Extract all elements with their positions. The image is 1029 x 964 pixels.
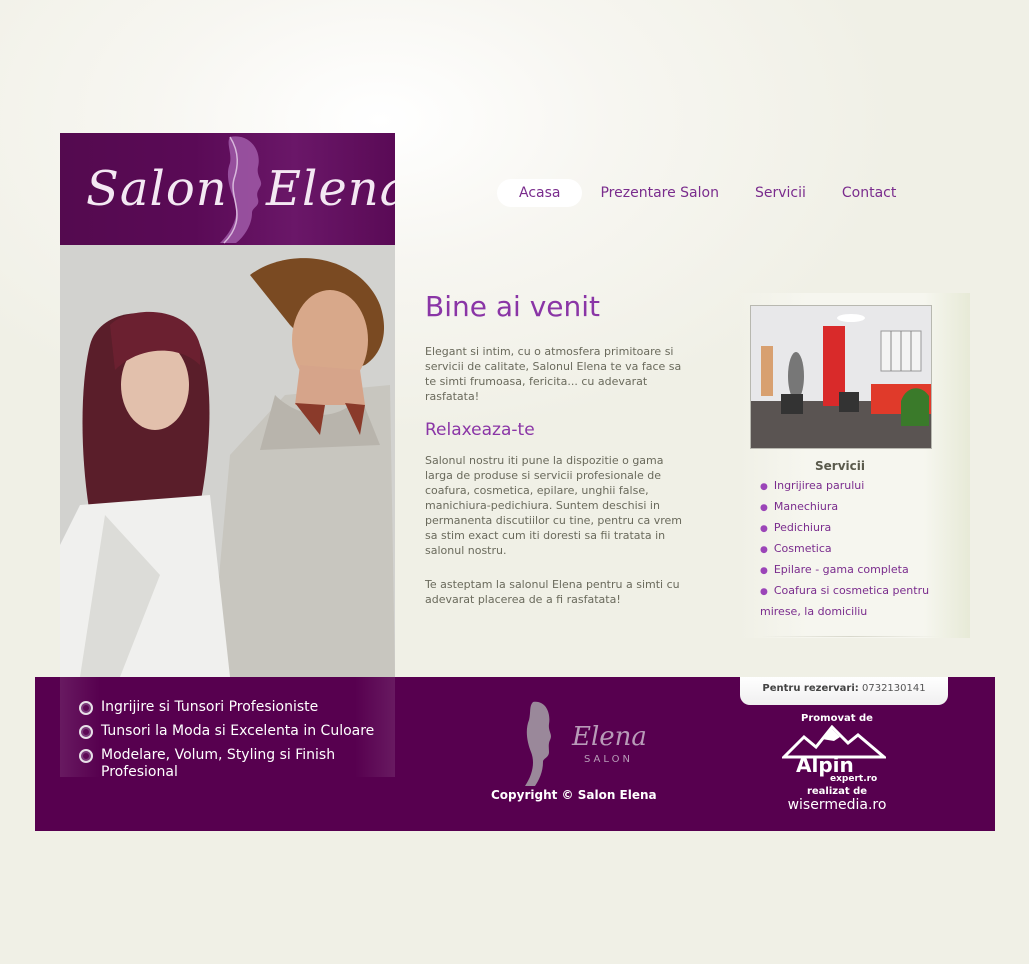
services-list-item[interactable]: ● Ingrijirea parului	[760, 476, 935, 497]
services-list-item[interactable]: ● Epilare - gama completa	[760, 560, 935, 581]
alpin-expert-logo[interactable]: Alpin expert.ro	[780, 724, 889, 789]
copyright-text: Copyright © Salon Elena	[491, 788, 657, 802]
footer-profile-icon	[515, 700, 555, 790]
booking-phone[interactable]: 0732130141	[862, 683, 926, 694]
booking-box: Pentru rezervari: 0732130141	[740, 677, 948, 705]
site-logo[interactable]: Salon Elena	[60, 133, 395, 245]
salon-interior-photo	[750, 305, 932, 449]
relax-paragraph: Salonul nostru iti pune la dispozitie o …	[425, 454, 683, 557]
booking-label: Pentru rezervari:	[762, 683, 859, 694]
bullet-icon: ●	[760, 482, 768, 492]
circle-bullet-icon	[79, 749, 93, 763]
made-by-link[interactable]: wisermedia.ro	[780, 797, 894, 813]
footer-logo-sub: SALON	[584, 754, 633, 765]
nav-contact[interactable]: Contact	[824, 179, 914, 207]
feature-item: Tunsori la Moda si Excelenta in Culoare	[79, 723, 399, 740]
welcome-paragraph: Elegant si intim, cu o atmosfera primito…	[425, 345, 682, 403]
alpin-sub: expert.ro	[830, 774, 877, 784]
bullet-icon: ●	[760, 503, 768, 513]
main-navigation: Acasa Prezentare Salon Servicii Contact	[497, 178, 914, 208]
page-title: Bine ai venit	[425, 290, 600, 323]
circle-bullet-icon	[79, 701, 93, 715]
salon-interior-illustration	[751, 306, 931, 448]
made-by-label: realizat de	[806, 786, 868, 797]
nav-servicii[interactable]: Servicii	[737, 179, 824, 207]
services-list-item[interactable]: ● Pedichiura	[760, 518, 935, 539]
bullet-icon: ●	[760, 524, 768, 534]
services-list-item[interactable]: ● Manechiura	[760, 497, 935, 518]
feature-item: Ingrijire si Tunsori Profesioniste	[79, 699, 399, 716]
nav-prezentare-salon[interactable]: Prezentare Salon	[582, 179, 736, 207]
nav-acasa[interactable]: Acasa	[497, 179, 583, 207]
bullet-icon: ●	[760, 587, 768, 597]
services-list: ● Ingrijirea parului ● Manechiura ● Pedichi…	[760, 476, 935, 622]
feature-item: Modelare, Volum, Styling si Finish Profe…	[79, 747, 399, 781]
services-list-item[interactable]: ● Cosmetica	[760, 539, 935, 560]
footer-logo-word: Elena	[572, 722, 647, 752]
services-title: Servicii	[815, 459, 865, 473]
closing-paragraph: Te asteptam la salonul Elena pentru a si…	[425, 578, 680, 606]
woman-profile-icon	[220, 136, 262, 244]
bullet-icon: ●	[760, 545, 768, 555]
hero-photo	[60, 245, 395, 677]
bullet-icon: ●	[760, 566, 768, 576]
section-heading-relax: Relaxeaza-te	[425, 420, 535, 440]
promo-label: Promovat de	[801, 713, 873, 724]
panel-divider	[760, 636, 940, 637]
services-list-item[interactable]: ● Coafura si cosmetica pentru mirese, la …	[760, 581, 935, 622]
hero-illustration	[60, 245, 395, 677]
logo-word-elena: Elena	[266, 161, 395, 217]
circle-bullet-icon	[79, 725, 93, 739]
